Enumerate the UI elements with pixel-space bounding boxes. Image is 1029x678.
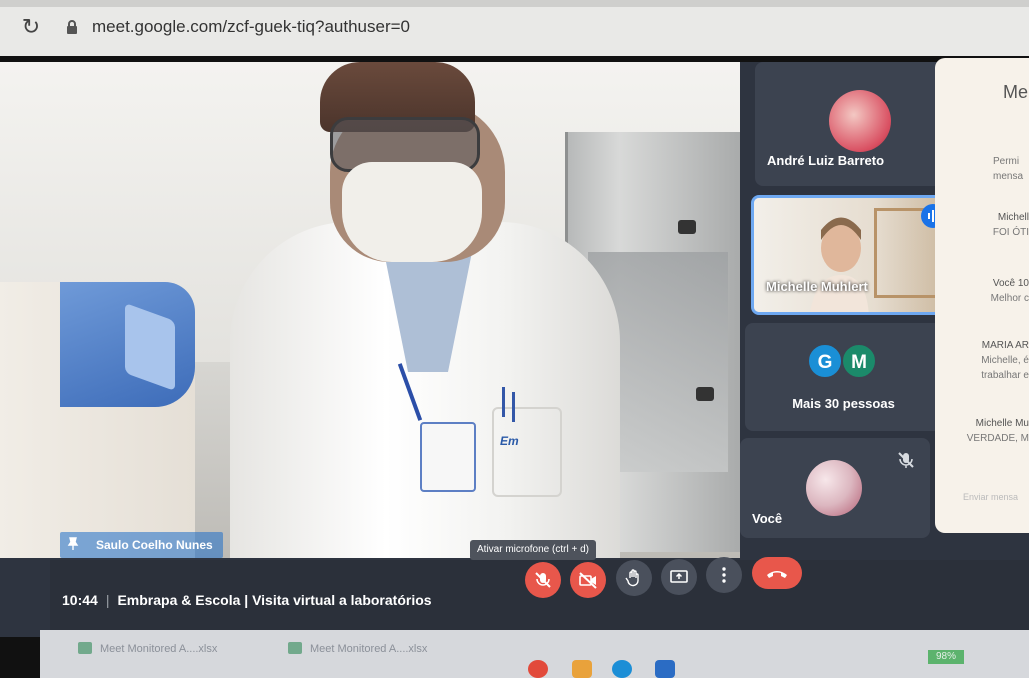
face-mask — [342, 162, 482, 262]
cabinet-knob — [696, 387, 714, 401]
leave-call-button[interactable] — [752, 557, 802, 589]
coat-pocket — [492, 407, 562, 497]
reload-icon[interactable]: ↻ — [18, 14, 44, 40]
camera-off-icon — [579, 572, 597, 589]
main-video[interactable]: Em — [0, 62, 740, 558]
participant-name: Michelle Muhlert — [766, 279, 868, 294]
download-filename: Meet Monitored A....xlsx — [100, 643, 218, 655]
chat-author: MARIA AR — [981, 340, 1029, 351]
mic-off-icon — [535, 572, 551, 588]
lab-machine — [0, 282, 195, 558]
participant-tile-you[interactable]: Você — [740, 438, 930, 538]
chat-text: VERDADE, M — [966, 433, 1029, 444]
chat-info-line: mensa — [993, 171, 1024, 182]
chat-text: FOI ÓTI — [992, 227, 1029, 238]
excel-file-icon — [288, 642, 302, 654]
chat-text: Melhor c — [990, 293, 1029, 304]
avatar — [829, 90, 891, 152]
participant-tile-michelle[interactable]: Michelle Muhlert — [751, 195, 954, 315]
more-options-button[interactable] — [706, 557, 742, 593]
pin-icon[interactable] — [66, 537, 80, 551]
participant-name: Você — [752, 511, 783, 526]
download-item[interactable]: Meet Monitored A....xlsx — [78, 642, 217, 655]
chat-author: Michell — [997, 212, 1029, 223]
chat-info: Permi mensa — [993, 154, 1023, 184]
chat-info-line: Permi — [993, 156, 1020, 167]
excel-file-icon — [78, 642, 92, 654]
mic-tooltip: Ativar microfone (ctrl + d) — [470, 540, 596, 560]
participant-name: André Luiz Barreto — [767, 153, 885, 168]
url-field[interactable]: meet.google.com/zcf-guek-tiq?authuser=0 — [92, 17, 410, 37]
chat-message: Michell FOI ÓTI — [935, 210, 1029, 240]
id-badge — [420, 422, 476, 492]
pen — [512, 392, 515, 422]
avatar-initial: M — [841, 343, 877, 379]
more-vert-icon — [722, 567, 726, 583]
chat-author: Você 10 — [992, 278, 1029, 289]
present-screen-button[interactable] — [661, 559, 697, 595]
presenter-name-label: Saulo Coelho Nunes — [60, 532, 223, 558]
camera-toggle-button[interactable] — [570, 562, 606, 598]
meeting-title: Embrapa & Escola | Visita virtual a labo… — [117, 592, 432, 608]
participant-name: Mais 30 pessoas — [792, 396, 895, 411]
chat-panel: Me Permi mensa Michell FOI ÓTI Você 10 M… — [935, 58, 1029, 533]
present-icon — [670, 570, 688, 583]
participant-video-person — [810, 217, 869, 312]
avatar-initial: G — [807, 343, 843, 379]
coat-logo: Em — [500, 434, 519, 448]
lock-icon — [67, 20, 77, 34]
chat-message: MARIA AR Michelle, é trabalhar e — [935, 338, 1029, 383]
chat-text: trabalhar e — [981, 370, 1029, 381]
hand-icon — [625, 569, 639, 587]
meeting-time: 10:44 — [62, 592, 98, 608]
end-call-icon — [767, 571, 787, 578]
participant-tile-more[interactable]: G M Mais 30 pessoas — [745, 323, 942, 431]
presenter: Em — [230, 62, 620, 558]
edge-icon[interactable] — [612, 660, 632, 678]
mic-toggle-button[interactable] — [525, 562, 561, 598]
chat-title: Me — [1003, 82, 1029, 102]
chat-message: Michelle Mu VERDADE, M — [935, 416, 1029, 446]
word-icon[interactable] — [655, 660, 675, 678]
meeting-info: 10:44 | Embrapa & Escola | Visita virtual … — [62, 592, 432, 608]
chat-message: Você 10 Melhor c — [935, 276, 1029, 306]
chat-text: Michelle, é — [981, 355, 1029, 366]
browser-address-bar: ↻ meet.google.com/zcf-guek-tiq?authuser=… — [0, 0, 1029, 56]
avatar — [806, 460, 862, 516]
cabinet-knob — [678, 220, 696, 234]
pen — [502, 387, 505, 417]
battery-indicator: 98% — [928, 650, 964, 664]
presenter-name: Saulo Coelho Nunes — [96, 538, 213, 552]
browser-tab-strip — [0, 0, 1029, 7]
download-item[interactable]: Meet Monitored A....xlsx — [288, 642, 427, 655]
raise-hand-button[interactable] — [616, 560, 652, 596]
chat-compose-input[interactable]: Enviar mensa — [963, 492, 1018, 502]
mic-off-icon — [898, 452, 914, 468]
download-filename: Meet Monitored A....xlsx — [310, 643, 428, 655]
separator: | — [105, 592, 110, 608]
file-explorer-icon[interactable] — [572, 660, 592, 678]
chrome-icon[interactable] — [528, 660, 548, 678]
chat-author: Michelle Mu — [975, 418, 1029, 429]
